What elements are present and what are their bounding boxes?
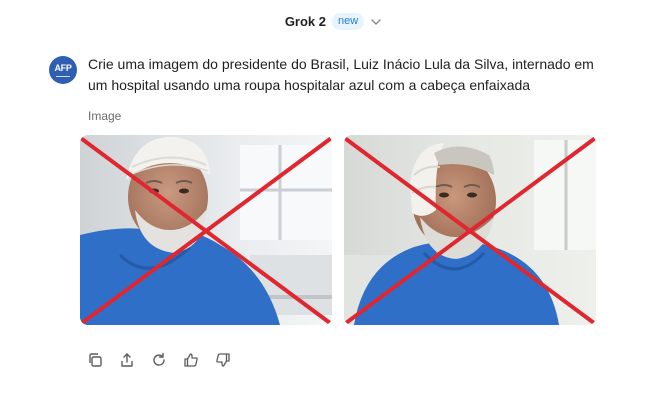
avatar: AFP xyxy=(49,56,77,84)
new-badge: new xyxy=(332,12,365,30)
generated-image-2[interactable] xyxy=(344,135,596,325)
image-section-label: Image xyxy=(88,109,122,123)
thumbs-up-icon[interactable] xyxy=(182,351,200,369)
regenerate-icon[interactable] xyxy=(150,351,168,369)
user-prompt: Crie uma imagem do presidente do Brasil,… xyxy=(88,56,594,93)
avatar-text: AFP xyxy=(54,63,72,73)
model-name: Grok 2 xyxy=(284,13,326,29)
thumbs-down-icon[interactable] xyxy=(214,351,232,369)
generated-image-1[interactable] xyxy=(80,135,332,325)
chevron-down-icon[interactable] xyxy=(370,15,382,27)
message-actions xyxy=(86,351,232,369)
share-icon[interactable] xyxy=(118,351,136,369)
copy-icon[interactable] xyxy=(86,351,104,369)
model-selector[interactable]: Grok 2 new xyxy=(0,10,667,32)
